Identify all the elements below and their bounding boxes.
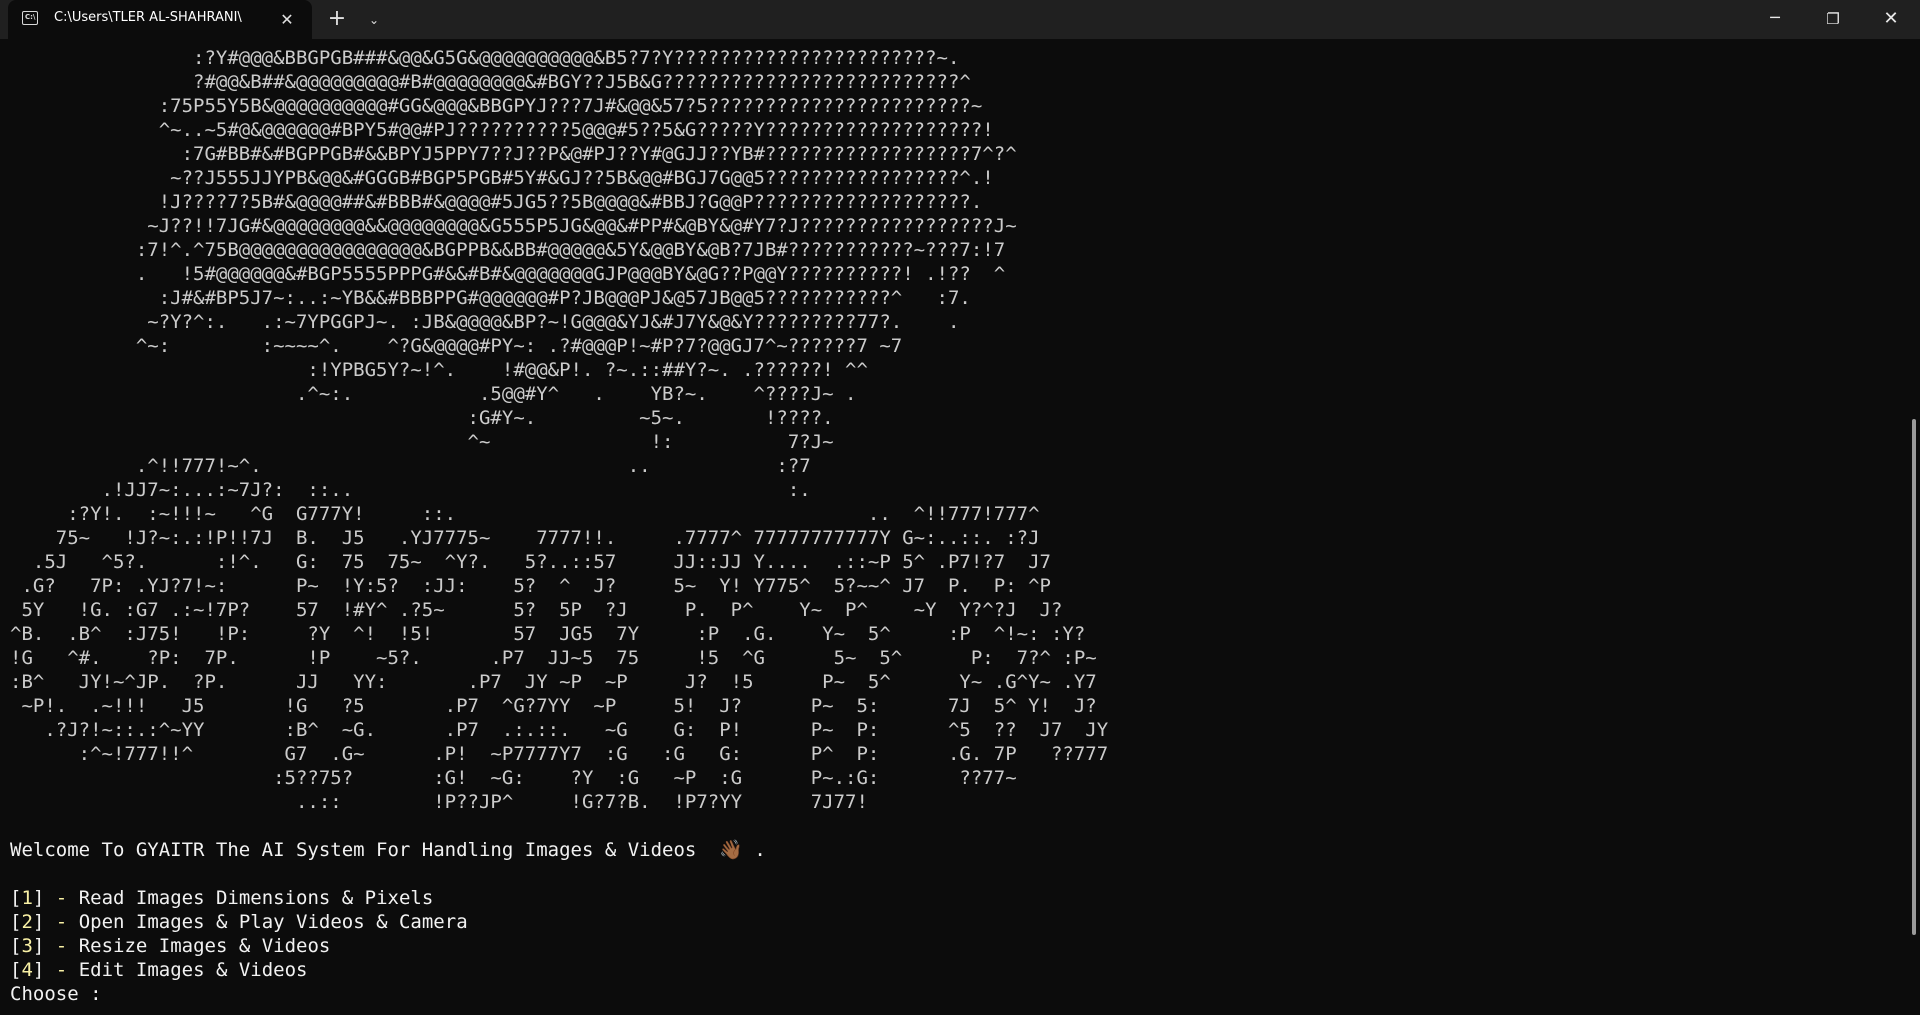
welcome-line: Welcome To GYAITR The AI System For Hand… bbox=[10, 838, 1890, 862]
menu-item-label: Read Images Dimensions & Pixels bbox=[78, 887, 434, 909]
chevron-down-icon[interactable]: ⌄ bbox=[359, 5, 389, 35]
welcome-text: Welcome To GYAITR The AI System For Hand… bbox=[10, 839, 697, 861]
welcome-suffix: . bbox=[754, 839, 766, 861]
choose-prompt-line[interactable]: Choose : bbox=[10, 982, 1890, 1006]
tab-terminal[interactable]: C:\ C:\Users\TLER AL-SHAHRANI\ ✕ bbox=[8, 0, 312, 39]
restore-button[interactable]: ❐ bbox=[1804, 0, 1862, 39]
menu-item-2: [2] - Open Images & Play Videos & Camera bbox=[10, 911, 468, 933]
tab-title: C:\Users\TLER AL-SHAHRANI\ bbox=[54, 10, 242, 25]
terminal-window: C:\ C:\Users\TLER AL-SHAHRANI\ ✕ + ⌄ ─ ❐… bbox=[0, 0, 1920, 1015]
menu-item-1: [1] - Read Images Dimensions & Pixels bbox=[10, 887, 434, 909]
ascii-art: :?Y#@@@&BBGPGB###&@@&G5G&@@@@@@@@@@&B5?7… bbox=[10, 47, 1109, 813]
choose-prompt: Choose : bbox=[10, 983, 102, 1005]
menu-item-label: Open Images & Play Videos & Camera bbox=[78, 911, 468, 933]
terminal-icon: C:\ bbox=[22, 11, 38, 25]
close-window-button[interactable]: ✕ bbox=[1862, 0, 1920, 39]
menu-item-label: Edit Images & Videos bbox=[78, 959, 308, 981]
new-tab-button[interactable]: + bbox=[322, 5, 352, 35]
minimize-button[interactable]: ─ bbox=[1746, 0, 1804, 39]
close-tab-icon[interactable]: ✕ bbox=[274, 7, 300, 33]
terminal-output[interactable]: :?Y#@@@&BBGPGB###&@@&G5G&@@@@@@@@@@&B5?7… bbox=[10, 46, 1890, 1015]
waving-hand-icon: 👋🏾 bbox=[719, 839, 743, 861]
menu-item-3: [3] - Resize Images & Videos bbox=[10, 935, 331, 957]
menu-item-4: [4] - Edit Images & Videos bbox=[10, 959, 308, 981]
vertical-scrollbar[interactable] bbox=[1909, 39, 1920, 1015]
title-bar: C:\ C:\Users\TLER AL-SHAHRANI\ ✕ + ⌄ ─ ❐… bbox=[0, 0, 1920, 39]
scrollbar-thumb[interactable] bbox=[1912, 419, 1916, 935]
menu-item-label: Resize Images & Videos bbox=[78, 935, 331, 957]
